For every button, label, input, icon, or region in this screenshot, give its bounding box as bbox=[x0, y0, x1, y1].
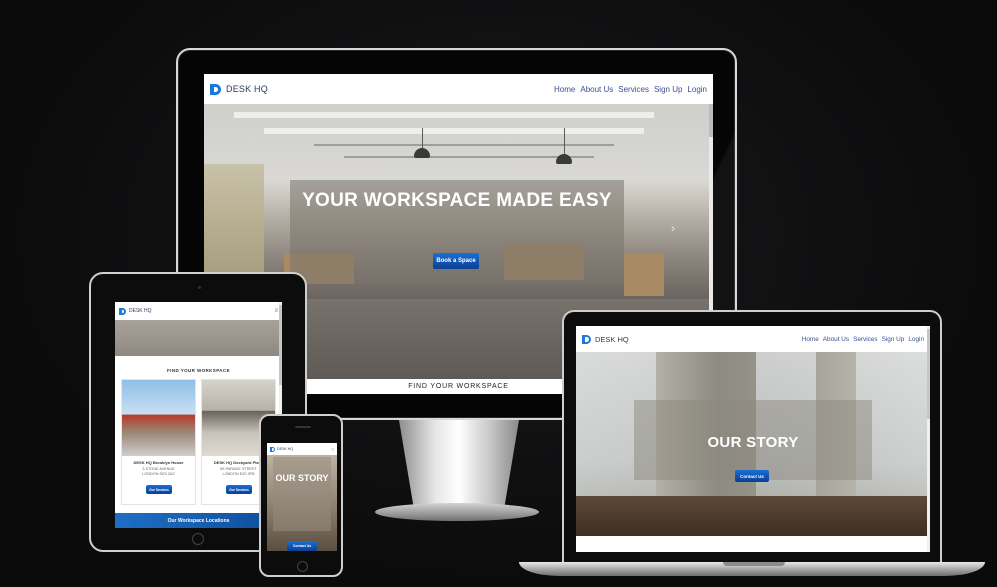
hamburger-menu-icon[interactable]: ≡ bbox=[332, 447, 334, 452]
phone-screen: DESK HQ ≡ OUR STORY Contact Us bbox=[267, 443, 337, 551]
office-cabinet bbox=[624, 254, 664, 296]
brand-name: DESK HQ bbox=[277, 447, 294, 451]
laptop-scrollbar[interactable] bbox=[927, 326, 930, 552]
laptop-device: DESK HQ Home About Us Services Sign Up L… bbox=[562, 310, 942, 564]
hero-overlay bbox=[273, 457, 331, 531]
brand-name: DESK HQ bbox=[226, 84, 268, 94]
desktop-navbar: DESK HQ Home About Us Services Sign Up L… bbox=[204, 74, 713, 104]
brand[interactable]: DESK HQ bbox=[210, 83, 268, 95]
tablet-navbar: DESK HQ ≡ bbox=[115, 302, 282, 320]
meeting-room-hero-image: OUR STORY Contact Us bbox=[576, 352, 930, 536]
nav-services[interactable]: Services bbox=[618, 85, 649, 94]
brand[interactable]: DESK HQ bbox=[582, 334, 629, 344]
nav-home[interactable]: Home bbox=[802, 336, 819, 343]
card-title: DESK HQ Brooklyn House bbox=[133, 460, 184, 465]
contact-us-button[interactable]: Contact Us bbox=[735, 470, 769, 482]
nav-links: Home About Us Services Sign Up Login bbox=[554, 85, 707, 94]
laptop-notch bbox=[723, 562, 785, 566]
brand-name: DESK HQ bbox=[595, 334, 629, 344]
home-button-icon[interactable] bbox=[192, 533, 204, 545]
tablet-hero-image bbox=[115, 320, 282, 356]
book-a-space-button[interactable]: Book a Space bbox=[433, 253, 479, 269]
phone-device: DESK HQ ≡ OUR STORY Contact Us bbox=[259, 414, 343, 577]
nav-links: Home About Us Services Sign Up Login bbox=[802, 336, 924, 343]
speaker-icon bbox=[295, 426, 311, 428]
monitor-stand bbox=[399, 420, 519, 506]
card-address: 3 STONE AVENUE LONDON SE5 2AZ bbox=[122, 467, 195, 477]
nav-login[interactable]: Login bbox=[687, 85, 707, 94]
brooklyn-house-image bbox=[122, 380, 195, 456]
brand[interactable]: DESK HQ bbox=[270, 446, 294, 452]
page-section bbox=[576, 536, 930, 552]
desk-hq-logo-icon bbox=[210, 83, 221, 95]
hero-title: OUR STORY bbox=[275, 473, 329, 483]
nav-about-us[interactable]: About Us bbox=[823, 336, 849, 343]
desk-hq-logo-icon bbox=[582, 334, 591, 344]
address-line: LONDON SE5 2AZ bbox=[142, 472, 175, 476]
camera-icon bbox=[198, 286, 201, 289]
scrollbar-thumb[interactable] bbox=[927, 329, 930, 419]
carousel-next-icon[interactable]: › bbox=[671, 221, 675, 235]
our-services-button[interactable]: Our Services bbox=[226, 485, 252, 494]
phone-navbar: DESK HQ ≡ bbox=[267, 443, 337, 455]
ceiling-panel bbox=[234, 112, 654, 118]
laptop-navbar: DESK HQ Home About Us Services Sign Up L… bbox=[576, 326, 930, 352]
ceiling-panel bbox=[264, 128, 644, 134]
tablet-screen: DESK HQ ≡ FIND YOUR WORKSPACE DESK HQ Br… bbox=[115, 302, 282, 528]
hamburger-menu-icon[interactable]: ≡ bbox=[274, 308, 278, 314]
responsive-mockup: DESK HQ Home About Us Services Sign Up L… bbox=[0, 0, 997, 587]
workspace-locations-banner[interactable]: Our Workspace Locations bbox=[115, 513, 282, 528]
nav-home[interactable]: Home bbox=[554, 85, 575, 94]
home-button-icon[interactable] bbox=[297, 561, 308, 572]
brand-name: DESK HQ bbox=[129, 308, 152, 314]
contact-us-button[interactable]: Contact Us bbox=[287, 541, 317, 551]
scrollbar-thumb[interactable] bbox=[279, 305, 282, 385]
location-card: DESK HQ Brooklyn House 3 STONE AVENUE LO… bbox=[121, 379, 196, 505]
nav-services[interactable]: Services bbox=[853, 336, 878, 343]
ceiling-beam bbox=[314, 144, 614, 146]
desk-hq-logo-icon bbox=[119, 307, 126, 315]
desk-hq-logo-icon bbox=[270, 446, 275, 452]
section-title: FIND YOUR WORKSPACE bbox=[167, 368, 230, 373]
nav-sign-up[interactable]: Sign Up bbox=[654, 85, 682, 94]
nav-sign-up[interactable]: Sign Up bbox=[882, 336, 905, 343]
wood-floor bbox=[576, 496, 930, 536]
our-services-button[interactable]: Our Services bbox=[146, 485, 172, 494]
nav-login[interactable]: Login bbox=[908, 336, 924, 343]
laptop-screen: DESK HQ Home About Us Services Sign Up L… bbox=[576, 326, 930, 552]
brand[interactable]: DESK HQ bbox=[119, 307, 152, 315]
monitor-stand-base bbox=[375, 503, 539, 521]
lamp-cord bbox=[422, 128, 423, 148]
pendant-lamp bbox=[414, 148, 430, 158]
pendant-lamp bbox=[556, 154, 572, 164]
nav-about-us[interactable]: About Us bbox=[580, 85, 613, 94]
lamp-cord bbox=[564, 128, 565, 154]
hero-title: YOUR WORKSPACE MADE EASY bbox=[302, 190, 612, 211]
hero-title: OUR STORY bbox=[707, 434, 799, 451]
